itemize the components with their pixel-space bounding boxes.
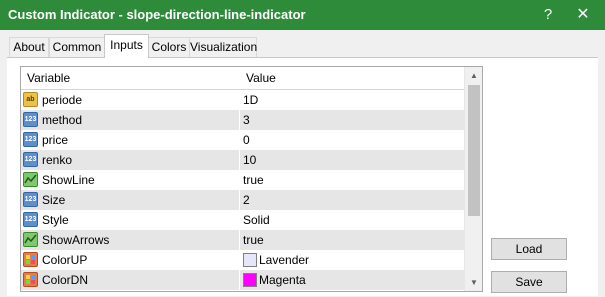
color-icon [23,272,38,287]
value-cell[interactable]: 0 [240,130,464,150]
number-icon: 123 [23,152,38,167]
variable-cell: 123 Style [21,210,239,230]
table-row[interactable]: 123 price 0 [21,130,464,150]
tab-colors[interactable]: Colors [148,37,190,57]
scroll-thumb[interactable] [468,85,480,216]
number-icon: 123 [23,132,38,147]
tab-strip: About Common Inputs Colors Visualization [0,30,605,58]
value-cell[interactable]: Lavender [240,250,464,270]
table-row[interactable]: ab periode 1D [21,90,464,110]
variable-name: ShowLine [42,173,95,187]
help-button[interactable]: ? [531,0,565,30]
variable-value: 0 [243,133,250,147]
table-row[interactable]: ShowLine true [21,170,464,190]
value-cell[interactable]: 3 [240,110,464,130]
line-icon [23,172,38,187]
inputs-panel: Variable Value ab periode 1D 123 method 3 123 p… [7,57,598,296]
variable-name: renko [42,153,73,167]
variable-name: ColorDN [42,273,89,287]
tab-visualization[interactable]: Visualization [189,37,257,57]
variable-cell: 123 Size [21,190,239,210]
variable-cell: ColorUP [21,250,239,270]
close-button[interactable]: ✕ [566,0,600,30]
variable-name: price [42,133,69,147]
ab-string-icon: ab [23,92,38,107]
variable-value: 1D [243,93,259,107]
header-value[interactable]: Value [246,71,276,85]
variable-name: Size [42,193,66,207]
number-icon: 123 [23,212,38,227]
tab-inputs[interactable]: Inputs [104,34,149,58]
table-row[interactable]: 123 Size 2 [21,190,464,210]
value-cell[interactable]: 10 [240,150,464,170]
value-cell[interactable]: 2 [240,190,464,210]
variable-cell: 123 renko [21,150,239,170]
vertical-scrollbar[interactable]: ▲ ▼ [464,67,482,291]
value-cell[interactable]: 1D [240,90,464,110]
color-swatch [243,253,257,267]
line-icon [23,232,38,247]
variable-value: 2 [243,193,250,207]
variable-value: 10 [243,153,257,167]
color-swatch [243,273,257,287]
variable-cell: ShowArrows [21,230,239,250]
table-row[interactable]: 123 Style Solid [21,210,464,230]
value-cell[interactable]: true [240,170,464,190]
tab-common[interactable]: Common [49,37,105,57]
table-row[interactable]: ColorUP Lavender [21,250,464,270]
load-button[interactable]: Load [491,238,567,260]
value-cell[interactable]: Magenta [240,270,464,290]
scroll-down-icon[interactable]: ▼ [465,274,482,291]
variable-cell: 123 price [21,130,239,150]
variable-value: true [243,173,264,187]
variable-cell: 123 method [21,110,239,130]
title-bar: Custom Indicator - slope-direction-line-… [0,0,605,30]
number-icon: 123 [23,192,38,207]
variable-cell: ab periode [21,90,239,110]
grid-header: Variable Value [21,67,464,90]
variable-value: Magenta [259,273,306,287]
color-icon [23,252,38,267]
variable-value: true [243,233,264,247]
save-button[interactable]: Save [491,271,567,293]
variable-value: 3 [243,113,250,127]
variable-name: method [42,113,83,127]
tab-about[interactable]: About [9,37,49,57]
table-row[interactable]: 123 method 3 [21,110,464,130]
inputs-grid: Variable Value ab periode 1D 123 method 3 123 p… [20,66,483,292]
table-row[interactable]: 123 renko 10 [21,150,464,170]
variable-cell: ColorDN [21,270,239,290]
variable-name: periode [42,93,83,107]
variable-cell: ShowLine [21,170,239,190]
variable-name: ShowArrows [42,233,110,247]
scroll-up-icon[interactable]: ▲ [465,67,482,84]
table-row[interactable]: ShowArrows true [21,230,464,250]
variable-name: ColorUP [42,253,88,267]
number-icon: 123 [23,112,38,127]
header-variable[interactable]: Variable [27,71,70,85]
variable-name: Style [42,213,69,227]
table-row[interactable]: ColorDN Magenta [21,270,464,290]
window-title: Custom Indicator - slope-direction-line-… [8,7,306,22]
value-cell[interactable]: Solid [240,210,464,230]
value-cell[interactable]: true [240,230,464,250]
variable-value: Lavender [259,253,310,267]
variable-value: Solid [243,213,270,227]
